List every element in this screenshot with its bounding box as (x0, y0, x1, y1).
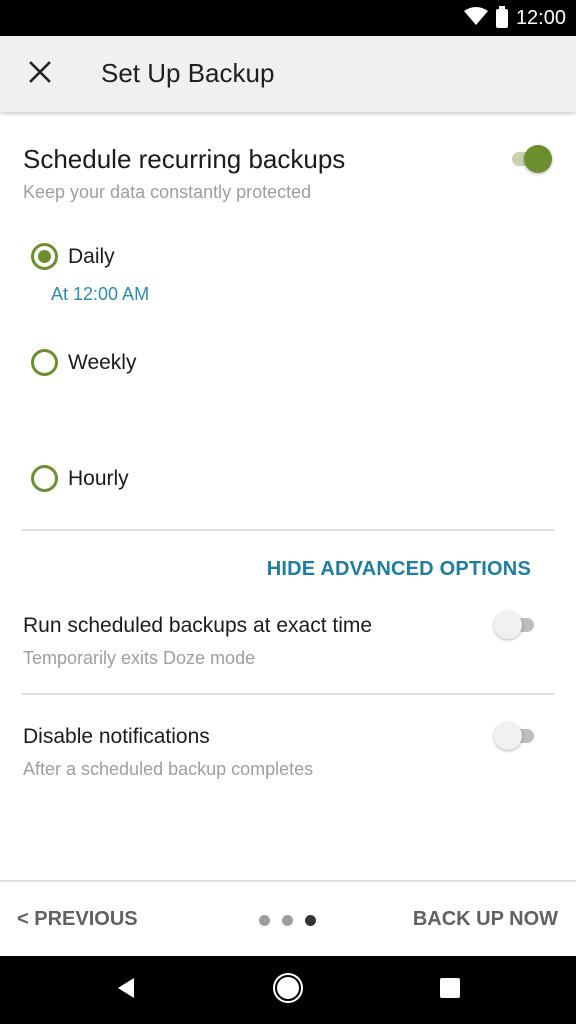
battery-icon (495, 5, 508, 28)
daily-time-link[interactable]: At 12:00 AM (51, 284, 149, 305)
home-button[interactable] (272, 972, 304, 1009)
status-time: 12:00 (515, 6, 566, 29)
status-icons: 12:00 (463, 0, 566, 36)
schedule-title: Schedule recurring backups (23, 144, 346, 174)
page-title: Set Up Backup (101, 58, 275, 88)
recents-icon (439, 977, 461, 1004)
back-button[interactable] (110, 974, 142, 1006)
schedule-subtitle: Keep your data constantly protected (23, 182, 312, 202)
toggle-thumb (494, 722, 522, 750)
radio-label: Hourly (68, 466, 129, 490)
exact-time-title: Run scheduled backups at exact time (23, 614, 373, 637)
divider (22, 693, 554, 695)
radio-label: Daily (68, 244, 115, 268)
page-dot (259, 915, 270, 926)
radio-checked-icon (31, 243, 58, 270)
wizard-footer: < PREVIOUS BACK UP NOW (0, 880, 576, 956)
system-nav-bar (0, 956, 576, 1024)
radio-daily[interactable]: Daily (31, 243, 115, 270)
radio-hourly[interactable]: Hourly (31, 465, 129, 492)
close-icon (29, 60, 51, 88)
toggle-thumb (524, 145, 552, 173)
exact-time-toggle[interactable] (494, 611, 538, 639)
recents-button[interactable] (434, 974, 466, 1006)
disable-notifications-title: Disable notifications (23, 725, 210, 748)
back-icon (116, 977, 136, 1004)
hide-advanced-options-button[interactable]: HIDE ADVANCED OPTIONS (267, 558, 531, 581)
home-icon (272, 972, 304, 1009)
disable-notifications-subtitle: After a scheduled backup completes (23, 759, 314, 779)
page-dot-active (305, 915, 316, 926)
back-up-now-button[interactable]: BACK UP NOW (413, 908, 558, 931)
exact-time-subtitle: Temporarily exits Doze mode (23, 648, 256, 668)
divider (22, 529, 554, 531)
schedule-toggle[interactable] (508, 145, 552, 173)
page-indicator (259, 915, 316, 926)
status-bar: 12:00 (0, 0, 576, 36)
previous-button[interactable]: < PREVIOUS (17, 908, 138, 931)
page-dot (282, 915, 293, 926)
wifi-icon (463, 6, 488, 30)
disable-notifications-toggle[interactable] (494, 722, 538, 750)
app-bar: Set Up Backup (0, 36, 576, 112)
radio-unchecked-icon (31, 465, 58, 492)
close-button[interactable] (24, 58, 56, 90)
radio-weekly[interactable]: Weekly (31, 349, 136, 376)
radio-unchecked-icon (31, 349, 58, 376)
toggle-thumb (494, 611, 522, 639)
radio-label: Weekly (68, 350, 137, 374)
